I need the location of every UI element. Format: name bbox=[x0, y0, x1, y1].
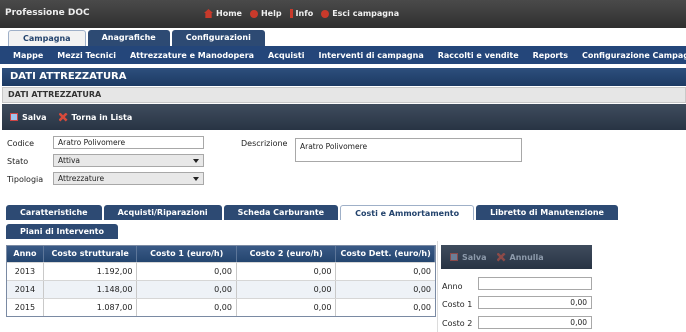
cell-costo2: 0,00 bbox=[237, 281, 337, 298]
submenu-mappe[interactable]: Mappe bbox=[6, 51, 50, 60]
save-icon bbox=[10, 113, 18, 121]
panel-save-button[interactable]: Salva bbox=[450, 253, 487, 262]
cell-costo1: 0,00 bbox=[137, 299, 237, 316]
tab-acquisti-riparazioni[interactable]: Acquisti/Riparazioni bbox=[103, 205, 222, 220]
descrizione-field[interactable]: Aratro Polivomere bbox=[295, 138, 522, 162]
nav-info-label: Info bbox=[295, 9, 314, 18]
exit-icon bbox=[321, 9, 330, 18]
help-icon bbox=[249, 9, 258, 18]
codice-field[interactable]: Aratro Polivomere bbox=[53, 136, 204, 149]
submenu-attrezzature[interactable]: Attrezzature e Manodopera bbox=[123, 51, 261, 60]
cell-costo-strutturale: 1.087,00 bbox=[44, 299, 138, 316]
top-nav: Home Help Info Esci campagna bbox=[204, 9, 399, 18]
tab-campagna[interactable]: Campagna bbox=[8, 30, 86, 46]
detail-tabs: Caratteristiche Acquisti/Riparazioni Sch… bbox=[6, 205, 618, 220]
cell-anno: 2014 bbox=[7, 281, 44, 298]
nav-exit[interactable]: Esci campagna bbox=[321, 9, 399, 18]
cell-costo2: 0,00 bbox=[237, 263, 337, 280]
nav-home-label: Home bbox=[216, 9, 242, 18]
stato-select[interactable]: Attiva bbox=[53, 154, 204, 167]
cell-costo1: 0,00 bbox=[137, 263, 237, 280]
tab-libretto-manutenzione[interactable]: Libretto di Manutenzione bbox=[476, 205, 618, 220]
table-header: Anno Costo strutturale Costo 1 (euro/h) … bbox=[7, 246, 436, 262]
submenu-reports[interactable]: Reports bbox=[526, 51, 575, 60]
submenu-raccolti[interactable]: Raccolti e vendite bbox=[431, 51, 526, 60]
table-row[interactable]: 2013 1.192,00 0,00 0,00 0,00 bbox=[7, 262, 435, 280]
tab-caratteristiche[interactable]: Caratteristiche bbox=[6, 205, 102, 220]
stato-label: Stato bbox=[7, 157, 29, 166]
descrizione-label: Descrizione bbox=[241, 139, 288, 148]
costo1-field[interactable]: 0,00 bbox=[478, 296, 592, 309]
cell-anno: 2013 bbox=[7, 263, 44, 280]
table-row[interactable]: 2014 1.148,00 0,00 0,00 0,00 bbox=[7, 280, 435, 298]
panel-cancel-button[interactable]: Annulla bbox=[496, 252, 544, 262]
back-button-label: Torna in Lista bbox=[71, 112, 133, 122]
cell-costo-strutturale: 1.192,00 bbox=[44, 263, 138, 280]
costs-table: Anno Costo strutturale Costo 1 (euro/h) … bbox=[6, 245, 436, 317]
nav-info[interactable]: Info bbox=[289, 9, 314, 18]
save-button[interactable]: Salva bbox=[10, 113, 47, 122]
table-row[interactable]: 2015 1.087,00 0,00 0,00 0,00 bbox=[7, 298, 435, 316]
col-costo-dett[interactable]: Costo Dett. (euro/h) bbox=[336, 246, 436, 262]
tab-anagrafiche[interactable]: Anagrafiche bbox=[87, 30, 170, 46]
close-icon bbox=[58, 112, 68, 122]
cell-costo-dett: 0,00 bbox=[413, 285, 432, 294]
detail-tabs-row2: Piani di Intervento bbox=[6, 224, 119, 239]
save-icon bbox=[450, 253, 458, 261]
col-costo2[interactable]: Costo 2 (euro/h) bbox=[237, 246, 337, 262]
tab-configurazioni[interactable]: Configurazioni bbox=[171, 30, 265, 46]
page-title: DATI ATTREZZATURA bbox=[2, 68, 686, 86]
costo1-label: Costo 1 bbox=[442, 300, 473, 309]
panel-cancel-label: Annulla bbox=[509, 252, 544, 262]
cell-costo-dett: 0,00 bbox=[413, 267, 432, 276]
cell-costo1: 0,00 bbox=[137, 281, 237, 298]
top-bar: Professione DOC Home Help Info Esci camp… bbox=[0, 0, 686, 28]
tab-scheda-carburante[interactable]: Scheda Carburante bbox=[223, 205, 339, 220]
section-title: DATI ATTREZZATURA bbox=[2, 87, 686, 103]
close-icon bbox=[496, 252, 506, 262]
save-button-label: Salva bbox=[22, 112, 47, 122]
costo2-label: Costo 2 bbox=[442, 319, 473, 328]
cell-anno: 2015 bbox=[7, 299, 44, 316]
col-costo-strutturale[interactable]: Costo strutturale bbox=[44, 246, 138, 262]
nav-help[interactable]: Help bbox=[249, 9, 282, 18]
tipologia-label: Tipologia bbox=[7, 175, 44, 184]
tipologia-select[interactable]: Attrezzature bbox=[53, 172, 204, 185]
cell-costo-strutturale: 1.148,00 bbox=[44, 281, 138, 298]
nav-help-label: Help bbox=[260, 9, 282, 18]
col-anno[interactable]: Anno bbox=[7, 246, 44, 262]
anno-field[interactable] bbox=[478, 277, 592, 290]
submenu-configurazione[interactable]: Configurazione Campagna bbox=[575, 51, 686, 60]
anno-label: Anno bbox=[442, 282, 463, 291]
nav-home[interactable]: Home bbox=[204, 9, 242, 18]
codice-label: Codice bbox=[7, 139, 35, 148]
main-tabs: Campagna Anagrafiche Configurazioni bbox=[8, 30, 265, 46]
app-title: Professione DOC bbox=[5, 8, 90, 18]
nav-exit-label: Esci campagna bbox=[332, 9, 400, 18]
home-icon bbox=[204, 9, 213, 18]
costo2-field[interactable]: 0,00 bbox=[478, 316, 592, 329]
submenu: Mappe Mezzi Tecnici Attrezzature e Manod… bbox=[0, 46, 686, 64]
panel-save-label: Salva bbox=[462, 252, 487, 262]
cell-costo-dett: 0,00 bbox=[413, 303, 432, 312]
info-icon bbox=[289, 9, 293, 18]
cell-costo2: 0,00 bbox=[237, 299, 337, 316]
tab-costi-ammortamento[interactable]: Costi e Ammortamento bbox=[340, 205, 475, 220]
back-to-list-button[interactable]: Torna in Lista bbox=[58, 112, 133, 122]
submenu-mezzi-tecnici[interactable]: Mezzi Tecnici bbox=[50, 51, 123, 60]
col-costo1[interactable]: Costo 1 (euro/h) bbox=[137, 246, 237, 262]
edit-panel-toolbar: Salva Annulla bbox=[441, 245, 592, 269]
submenu-interventi[interactable]: Interventi di campagna bbox=[311, 51, 430, 60]
submenu-acquisti[interactable]: Acquisti bbox=[261, 51, 311, 60]
tab-piani-intervento[interactable]: Piani di Intervento bbox=[6, 224, 119, 239]
toolbar: Salva Torna in Lista bbox=[2, 104, 686, 130]
